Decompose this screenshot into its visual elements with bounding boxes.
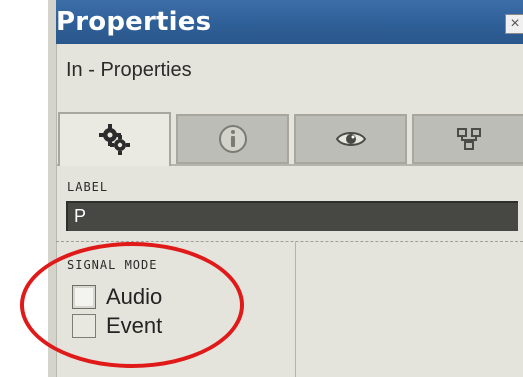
tab-bar	[56, 110, 523, 166]
connection-icon	[456, 128, 481, 150]
tab-info[interactable]	[176, 114, 289, 164]
tab-connections[interactable]	[412, 114, 523, 164]
info-icon	[218, 125, 247, 153]
tab-settings[interactable]	[58, 112, 171, 166]
eye-icon	[335, 132, 366, 146]
label-field[interactable]: P	[66, 201, 518, 231]
gears-icon	[98, 124, 130, 155]
close-icon: ×	[510, 15, 520, 32]
close-button[interactable]: ×	[505, 14, 523, 34]
tab-view[interactable]	[294, 114, 407, 164]
label-caption: LABEL	[67, 180, 109, 194]
properties-subtitle: In - Properties	[66, 59, 192, 81]
column-divider	[295, 242, 296, 377]
window-title: Properties	[56, 7, 212, 37]
highlight-ellipse	[20, 242, 244, 368]
